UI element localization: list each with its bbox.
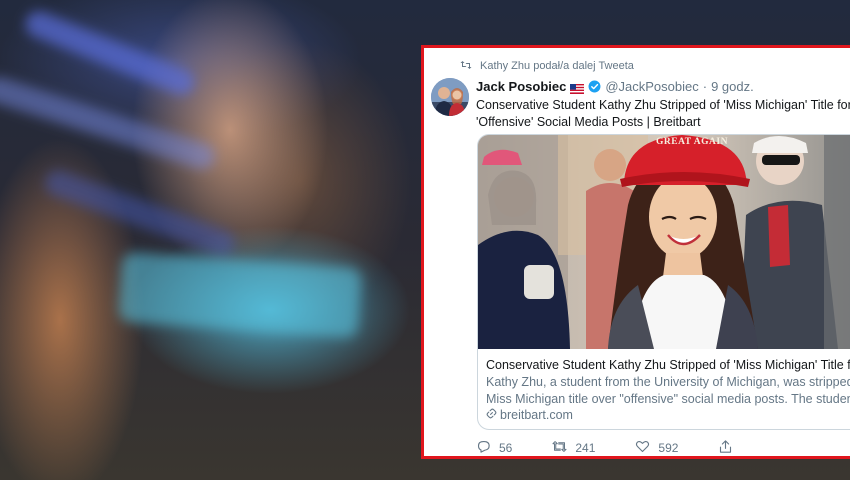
link-description-line2: Miss Michigan title over "offensive" soc… <box>486 391 850 406</box>
tweet-header: Jack Posobiec @JackPosobiec · 9 godz. <box>476 79 754 94</box>
like-button[interactable]: 592 <box>635 439 679 456</box>
share-icon <box>718 439 733 456</box>
avatar[interactable] <box>431 78 469 116</box>
link-icon <box>486 407 497 424</box>
retweet-icon <box>552 439 567 456</box>
reply-icon <box>476 439 491 456</box>
tweet-card[interactable]: Kathy Zhu podał/a dalej Tweeta Jack Poso… <box>421 45 850 459</box>
link-domain: breitbart.com <box>486 407 850 424</box>
author-handle[interactable]: @JackPosobiec <box>605 79 698 94</box>
link-preview-image: GREAT AGAIN <box>478 135 850 349</box>
reply-button[interactable]: 56 <box>476 439 513 456</box>
timestamp[interactable]: 9 godz. <box>711 79 754 94</box>
reply-count: 56 <box>499 441 513 455</box>
link-title: Conservative Student Kathy Zhu Stripped … <box>486 358 850 372</box>
retweet-context: Kathy Zhu podał/a dalej Tweeta <box>460 59 634 73</box>
time-separator: · <box>702 79 708 94</box>
like-count: 592 <box>658 441 679 455</box>
link-preview-card[interactable]: GREAT AGAIN Conservative Student Kathy Z… <box>477 134 850 430</box>
tweet-text: Conservative Student Kathy Zhu Stripped … <box>476 98 850 129</box>
retweet-button[interactable]: 241 <box>552 439 596 456</box>
link-description-line1: Kathy Zhu, a student from the University… <box>486 375 850 389</box>
like-icon <box>635 439 650 456</box>
cap-text: GREAT AGAIN <box>656 137 728 147</box>
link-domain-text: breitbart.com <box>500 408 573 422</box>
tweet-actions: 56 241 592 <box>476 439 773 456</box>
us-flag-icon <box>570 82 585 94</box>
link-preview-meta: Conservative Student Kathy Zhu Stripped … <box>486 357 850 424</box>
retweet-context-text[interactable]: Kathy Zhu podał/a dalej Tweeta <box>480 60 634 72</box>
retweet-count: 241 <box>575 441 596 455</box>
share-button[interactable] <box>718 439 733 456</box>
retweet-icon <box>460 59 472 73</box>
verified-badge-icon <box>588 80 601 93</box>
author-name[interactable]: Jack Posobiec <box>476 79 566 94</box>
